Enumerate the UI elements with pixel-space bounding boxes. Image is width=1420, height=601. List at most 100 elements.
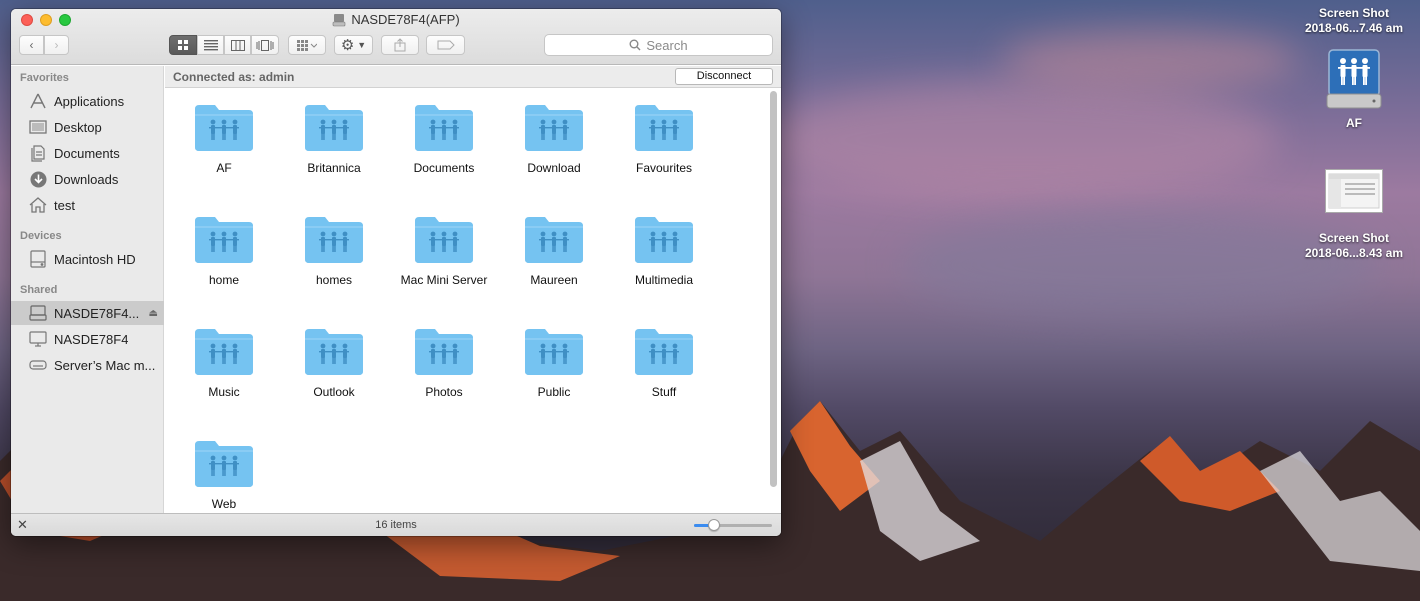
edit-tags-button[interactable] — [426, 35, 465, 55]
columns-icon — [230, 39, 245, 51]
folder-label: Download — [527, 161, 581, 175]
folder-item[interactable]: home — [169, 213, 279, 287]
mac-mini-icon — [28, 356, 48, 374]
desktop-item-label: 2018-06...7.46 am — [1304, 21, 1404, 35]
status-bar: ✕ 16 items — [11, 513, 781, 536]
sidebar-item-macintosh-hd[interactable]: Macintosh HD — [11, 247, 164, 271]
desktop-item-af-volume[interactable]: AF — [1284, 48, 1420, 131]
folder-item[interactable]: Music — [169, 325, 279, 399]
monitor-icon — [28, 330, 48, 348]
window-title-text: NASDE78F4(AFP) — [351, 12, 460, 27]
desktop-item-label: Screen Shot — [1318, 6, 1390, 20]
list-icon — [203, 40, 218, 51]
folder-item[interactable]: Stuff — [609, 325, 719, 399]
folder-item[interactable]: homes — [279, 213, 389, 287]
disconnect-button[interactable]: Disconnect — [675, 68, 773, 85]
folder-label: Britannica — [307, 161, 361, 175]
shared-folder-icon — [195, 441, 253, 487]
desktop-item-label: AF — [1346, 116, 1362, 130]
folder-label: Favourites — [635, 161, 693, 175]
sidebar-item-test[interactable]: test — [11, 193, 164, 217]
sidebar-item-desktop[interactable]: Desktop — [11, 115, 164, 139]
sidebar-heading-shared: Shared — [20, 284, 58, 296]
folder-label: home — [208, 273, 240, 287]
folder-item[interactable]: Britannica — [279, 101, 389, 175]
grid-icon — [178, 40, 188, 50]
folder-label: Maureen — [530, 273, 578, 287]
shared-folder-icon — [635, 217, 693, 263]
sidebar-item-label: Desktop — [54, 119, 102, 135]
folder-label: Multimedia — [634, 273, 694, 287]
folder-label: Music — [208, 385, 240, 399]
shared-folder-icon — [195, 329, 253, 375]
folder-item[interactable]: Favourites — [609, 101, 719, 175]
wallpaper-cloud — [760, 80, 1280, 200]
tag-icon — [437, 40, 455, 50]
arrange-menu-button[interactable] — [288, 35, 326, 55]
chevron-down-icon: ▼ — [357, 40, 367, 50]
folder-item[interactable]: Mac Mini Server — [389, 213, 499, 287]
shared-folder-icon — [305, 217, 363, 263]
search-input[interactable]: Search — [544, 34, 773, 56]
applications-icon — [28, 92, 48, 110]
documents-icon — [28, 144, 48, 162]
sidebar-item-downloads[interactable]: Downloads — [11, 167, 164, 191]
folder-item[interactable]: Outlook — [279, 325, 389, 399]
list-view-button[interactable] — [197, 35, 224, 55]
sidebar-heading-devices: Devices — [20, 230, 62, 242]
shared-folder-icon — [305, 329, 363, 375]
downloads-icon — [28, 170, 48, 188]
cover-flow-view-button[interactable] — [251, 35, 279, 55]
sidebar-item-documents[interactable]: Documents — [11, 141, 164, 165]
shared-folder-icon — [635, 105, 693, 151]
shared-folder-icon — [525, 105, 583, 151]
vertical-scrollbar[interactable] — [770, 91, 777, 487]
sidebar-item-applications[interactable]: Applications — [11, 89, 164, 113]
shared-folder-icon — [415, 217, 473, 263]
sidebar-item-servers-mac-mini[interactable]: Server’s Mac m... — [11, 353, 164, 377]
icon-view-button[interactable] — [169, 35, 197, 55]
folder-item[interactable]: AF — [169, 101, 279, 175]
sidebar-item-label: NASDE78F4... — [54, 305, 140, 321]
home-icon — [28, 196, 48, 214]
search-placeholder: Search — [646, 37, 688, 53]
forward-button[interactable]: › — [44, 35, 69, 55]
icon-size-slider[interactable] — [694, 519, 772, 531]
eject-icon[interactable]: ⏏ — [149, 308, 158, 319]
titlebar: NASDE78F4(AFP) ‹ › ⚙ ▼ Search — [11, 9, 781, 65]
slider-knob[interactable] — [707, 519, 720, 531]
desktop-item-label: Screen Shot — [1318, 231, 1390, 245]
folder-item[interactable]: Download — [499, 101, 609, 175]
connected-as-text: Connected as: admin — [173, 70, 295, 84]
shared-folder-icon — [525, 217, 583, 263]
wallpaper-cloud — [1000, 30, 1300, 90]
screenshot-thumbnail-icon — [1325, 169, 1383, 213]
desktop-item-screenshot-1[interactable]: Screen Shot 2018-06...7.46 am — [1284, 6, 1420, 36]
folder-item[interactable]: Web — [169, 437, 279, 511]
share-button[interactable] — [381, 35, 419, 55]
sidebar-item-label: Downloads — [54, 171, 119, 187]
arrange-grid-icon — [297, 39, 317, 51]
action-menu-button[interactable]: ⚙ ▼ — [334, 35, 373, 55]
folder-label: Photos — [425, 385, 463, 399]
sidebar-item-nasde78f4[interactable]: NASDE78F4 — [11, 327, 164, 351]
folder-item[interactable]: Multimedia — [609, 213, 719, 287]
share-icon — [394, 38, 406, 52]
column-view-button[interactable] — [224, 35, 251, 55]
shared-folder-icon — [305, 105, 363, 151]
desktop-icon — [28, 118, 48, 136]
sidebar-item-nasde78f4-afp[interactable]: NASDE78F4... ⏏ — [11, 301, 164, 325]
sidebar-item-label: Macintosh HD — [54, 251, 136, 267]
folder-label: Web — [211, 497, 237, 511]
back-button[interactable]: ‹ — [19, 35, 44, 55]
folder-item[interactable]: Documents — [389, 101, 499, 175]
folder-item[interactable]: Public — [499, 325, 609, 399]
folder-label: Mac Mini Server — [400, 273, 488, 287]
folder-item[interactable]: Maureen — [499, 213, 609, 287]
folder-item[interactable]: Photos — [389, 325, 499, 399]
nas-icon — [28, 304, 48, 322]
item-count: 16 items — [375, 519, 417, 531]
desktop-item-screenshot-2[interactable]: Screen Shot 2018-06...8.43 am — [1284, 169, 1420, 261]
folder-label: Public — [537, 385, 571, 399]
shared-folder-icon — [195, 217, 253, 263]
